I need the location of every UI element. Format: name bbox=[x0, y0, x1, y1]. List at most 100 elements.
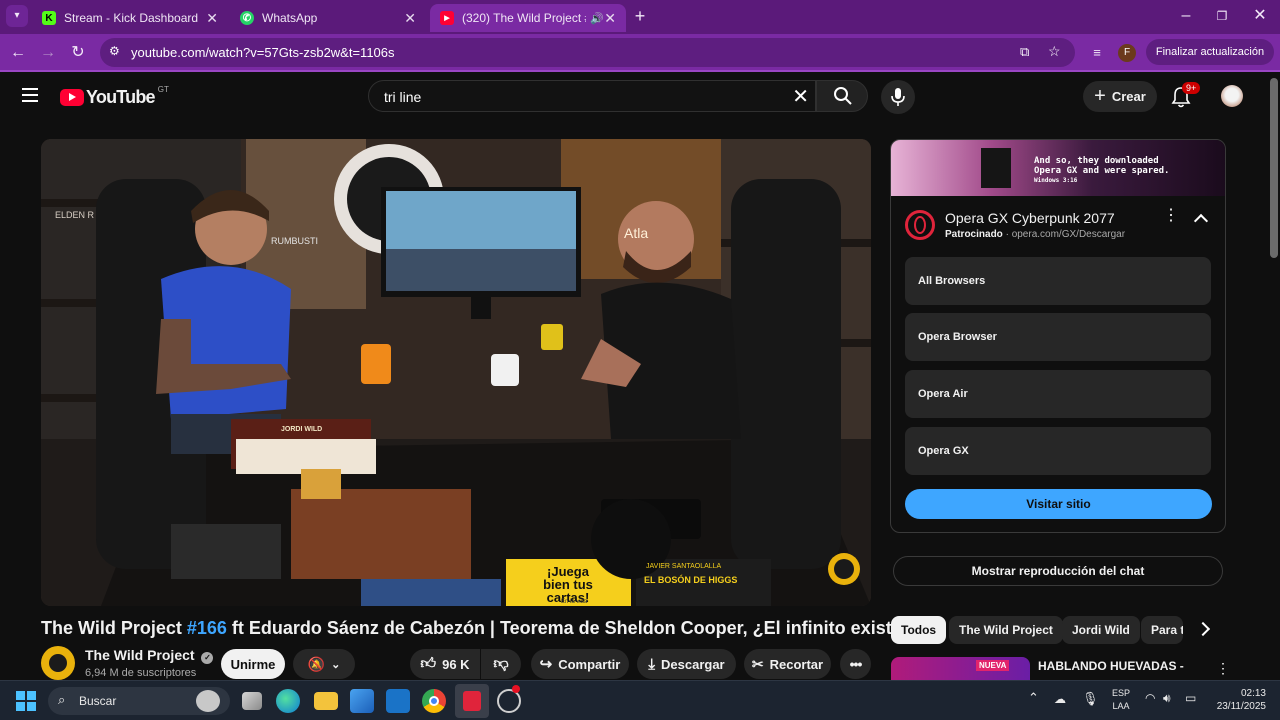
notifications-button[interactable]: 9+ bbox=[1170, 82, 1201, 110]
tab-kick[interactable]: K Stream - Kick Dashboard ✕ bbox=[32, 4, 228, 32]
next-video-thumbnail[interactable]: NUEVA bbox=[891, 657, 1030, 680]
chip-all[interactable]: Todos bbox=[891, 616, 947, 644]
bookmark-star-icon[interactable]: ☆ bbox=[1048, 43, 1061, 60]
windows-taskbar: ⌕ Buscar ⌃ ☁ 🎙︎ ESP LAA ◠ 🔊︎ ▭ 02:13 23/… bbox=[0, 680, 1280, 720]
join-button[interactable]: Unirme bbox=[221, 649, 285, 679]
back-icon[interactable]: ← bbox=[7, 42, 29, 64]
kick-icon: K bbox=[42, 11, 56, 25]
search-input[interactable]: tri line ✕ bbox=[368, 80, 816, 112]
start-icon[interactable] bbox=[16, 691, 36, 711]
wifi-icon[interactable]: ◠ bbox=[1145, 692, 1155, 705]
next-video-more-icon[interactable]: ⋮ bbox=[1216, 660, 1230, 677]
menu-icon[interactable] bbox=[22, 88, 38, 102]
browser-tab-bar: ▾ K Stream - Kick Dashboard ✕ ✆ WhatsApp… bbox=[0, 0, 1280, 34]
youtube-play-icon bbox=[60, 89, 84, 106]
share-button[interactable]: ↪ Compartir bbox=[531, 649, 629, 679]
book-title-text: EL BOSÓN DE HIGGS bbox=[644, 575, 738, 585]
battery-icon[interactable]: ▭ bbox=[1185, 692, 1196, 705]
tab-label: Stream - Kick Dashboard bbox=[64, 11, 199, 25]
clock[interactable]: 02:13 23/11/2025 bbox=[1206, 687, 1266, 713]
video-player[interactable]: ¡Juega bien tus cartas! En la vida JAVIE… bbox=[41, 139, 871, 606]
visit-site-button[interactable]: Visitar sitio bbox=[905, 489, 1212, 519]
tab-label: (320) The Wild Project #166 bbox=[462, 11, 586, 25]
microphone-tray-icon[interactable]: 🎙︎ bbox=[1082, 692, 1099, 705]
plus-icon: + bbox=[1094, 85, 1106, 107]
finish-update-button[interactable]: Finalizar actualización bbox=[1146, 39, 1274, 65]
chip-for-you[interactable]: Para t bbox=[1141, 616, 1183, 644]
chip-the-wild-project[interactable]: The Wild Project bbox=[949, 616, 1063, 644]
country-code: GT bbox=[157, 85, 169, 94]
ad-more-icon[interactable]: ⋮ bbox=[1163, 208, 1179, 224]
ad-option-all-browsers[interactable]: All Browsers bbox=[905, 257, 1211, 305]
ad-banner-text: And so, they downloaded Opera GX and wer… bbox=[1034, 156, 1170, 184]
ad-option-opera-gx[interactable]: Opera GX bbox=[905, 427, 1211, 475]
reload-icon[interactable]: ↻ bbox=[67, 42, 89, 64]
install-app-icon[interactable]: ⧉ bbox=[1020, 44, 1029, 60]
tab-whatsapp[interactable]: ✆ WhatsApp ✕ bbox=[230, 4, 426, 32]
collapse-ad-icon[interactable] bbox=[1193, 213, 1209, 229]
audio-playing-icon[interactable]: 🔊 bbox=[590, 12, 604, 25]
subscribed-notifications-button[interactable]: 🔕 ⌄ bbox=[293, 649, 355, 679]
task-view-icon[interactable] bbox=[242, 692, 262, 710]
site-info-icon[interactable]: ⚙ bbox=[109, 44, 120, 58]
channel-avatar[interactable] bbox=[41, 646, 75, 680]
search-button[interactable] bbox=[816, 80, 868, 112]
like-count: 96 K bbox=[442, 656, 470, 672]
download-button[interactable]: ⤓ Descargar bbox=[637, 649, 736, 679]
outlook-icon[interactable] bbox=[386, 689, 410, 713]
shelf-label-text-2: RUMBUSTI bbox=[271, 236, 318, 246]
show-chat-replay-button[interactable]: Mostrar reproducción del chat bbox=[893, 556, 1223, 586]
channel-name[interactable]: The Wild Project ✓ bbox=[85, 647, 214, 664]
microsoft-store-icon[interactable] bbox=[350, 689, 374, 713]
scissors-icon: ✂ bbox=[751, 655, 764, 672]
media-controls-icon[interactable]: ≡ bbox=[1086, 42, 1108, 64]
close-tab-icon[interactable]: ✕ bbox=[604, 10, 616, 27]
close-window-icon[interactable]: ✕ bbox=[1249, 5, 1271, 27]
chevron-down-icon: ⌄ bbox=[331, 658, 341, 671]
address-bar[interactable]: ⚙ youtube.com/watch?v=57Gts-zsb2w&t=1106… bbox=[100, 38, 1075, 67]
new-tab-button[interactable]: + bbox=[629, 5, 651, 27]
youtube-icon: ▶ bbox=[440, 11, 454, 25]
profile-avatar[interactable]: F bbox=[1118, 44, 1136, 62]
restore-window-icon[interactable]: ❐ bbox=[1211, 5, 1233, 27]
clear-search-icon[interactable]: ✕ bbox=[792, 84, 809, 109]
close-tab-icon[interactable]: ✕ bbox=[206, 10, 218, 27]
chips-next-icon[interactable] bbox=[1195, 621, 1211, 637]
language-indicator[interactable]: ESP LAA bbox=[1108, 687, 1134, 713]
forward-icon[interactable]: → bbox=[37, 42, 59, 64]
hashtag-link[interactable]: #166 bbox=[187, 618, 227, 638]
onedrive-icon[interactable]: ☁ bbox=[1054, 693, 1066, 706]
app-notification-icon[interactable] bbox=[497, 685, 521, 713]
next-video-title[interactable]: HABLANDO HUEVADAS - bbox=[1038, 659, 1184, 673]
ad-option-opera-browser[interactable]: Opera Browser bbox=[905, 313, 1211, 361]
tab-search-button[interactable]: ▾ bbox=[6, 5, 28, 27]
tab-youtube[interactable]: ▶ (320) The Wild Project #166 🔊 ✕ bbox=[430, 4, 626, 32]
ad-banner-image[interactable]: And so, they downloaded Opera GX and wer… bbox=[891, 140, 1225, 196]
poster-label-text: Atla bbox=[624, 225, 649, 241]
account-avatar[interactable] bbox=[1221, 85, 1243, 107]
whatsapp-icon: ✆ bbox=[240, 11, 254, 25]
like-button[interactable]: 👍︎ 96 K bbox=[410, 649, 480, 679]
create-button[interactable]: + Crear bbox=[1083, 81, 1157, 112]
ad-option-opera-air[interactable]: Opera Air bbox=[905, 370, 1211, 418]
taskbar-search-input[interactable]: ⌕ Buscar bbox=[48, 687, 230, 715]
voice-search-button[interactable] bbox=[881, 80, 915, 114]
opera-gx-active-icon[interactable] bbox=[455, 684, 489, 718]
file-explorer-icon[interactable] bbox=[314, 692, 338, 710]
chrome-icon[interactable] bbox=[422, 689, 446, 713]
minimize-window-icon[interactable]: – bbox=[1175, 5, 1197, 27]
chip-jordi-wild[interactable]: Jordi Wild bbox=[1062, 616, 1140, 644]
dislike-button[interactable]: 👎︎ bbox=[481, 649, 521, 679]
more-actions-button[interactable]: ••• bbox=[840, 649, 871, 679]
page-scrollbar[interactable] bbox=[1270, 78, 1278, 258]
volume-icon[interactable]: 🔊︎ bbox=[1163, 692, 1171, 705]
clip-button[interactable]: ✂ Recortar bbox=[744, 649, 831, 679]
search-icon: ⌕ bbox=[58, 692, 66, 707]
edge-icon[interactable] bbox=[276, 689, 300, 713]
book-subtitle-text: En la vida bbox=[561, 599, 588, 605]
youtube-logo[interactable]: YouTube GT bbox=[60, 85, 169, 108]
close-tab-icon[interactable]: ✕ bbox=[404, 10, 416, 27]
show-hidden-icons[interactable]: ⌃ bbox=[1028, 691, 1039, 704]
ad-title[interactable]: Opera GX Cyberpunk 2077 bbox=[945, 210, 1115, 226]
thumbs-up-icon: 👍︎ bbox=[420, 655, 437, 672]
